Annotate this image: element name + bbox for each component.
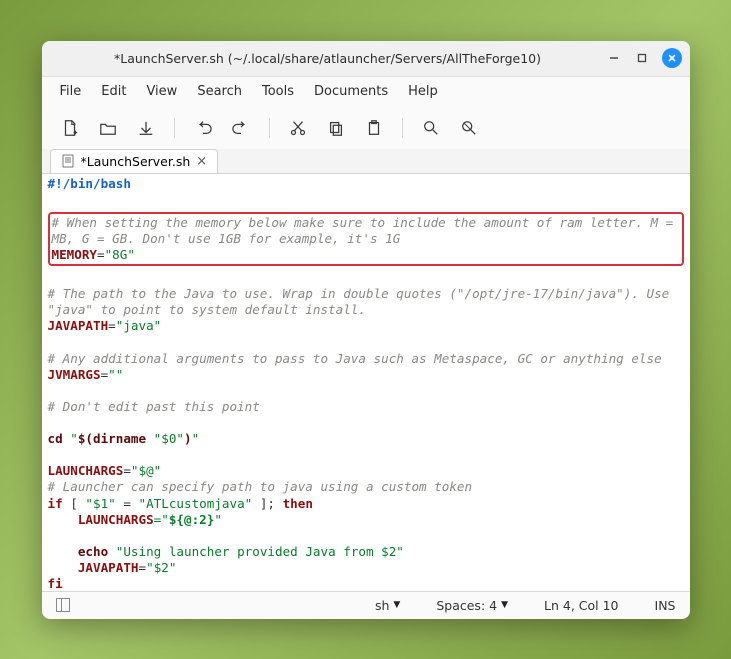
code-string: "java" [116,318,162,333]
titlebar: *LaunchServer.sh (~/.local/share/atlaunc… [42,41,690,77]
save-button[interactable] [136,118,156,138]
file-icon [61,154,75,168]
menu-tools[interactable]: Tools [262,84,294,99]
code-cmd: cd [48,431,63,446]
menu-file[interactable]: File [60,84,82,99]
menubar: File Edit View Search Tools Documents He… [42,77,690,107]
menu-search[interactable]: Search [197,84,242,99]
status-language[interactable]: sh▼ [375,598,400,613]
side-panel-icon[interactable] [56,598,70,612]
menu-documents[interactable]: Documents [314,84,388,99]
statusbar: sh▼ Spaces: 4▼ Ln 4, Col 10 INS [42,591,690,619]
editor-area[interactable]: #!/bin/bash # When setting the memory be… [42,174,690,591]
code-comment: # The path to the Java to use. Wrap in d… [48,286,677,301]
chevron-down-icon: ▼ [393,600,400,610]
code-op: = [97,247,105,262]
code-comment: # Don't edit past this point [48,399,260,414]
code-var: LAUNCHARGS [48,463,124,478]
code-comment: # Any additional arguments to pass to Ja… [48,351,662,366]
find-replace-button[interactable] [459,118,479,138]
redo-button[interactable] [231,118,251,138]
code-comment: # When setting the memory below make sur… [52,215,681,230]
editor-window: *LaunchServer.sh (~/.local/share/atlaunc… [42,41,690,619]
code-string: "" [108,367,123,382]
status-spaces[interactable]: Spaces: 4▼ [436,598,508,613]
code-comment: # Launcher can specify path to java usin… [48,479,473,494]
code-comment: MB, G = GB. Don't use 1GB for example, i… [52,231,401,246]
tab-close-icon[interactable]: × [196,154,207,169]
tabbar: *LaunchServer.sh × [42,149,690,174]
chevron-down-icon: ▼ [501,600,508,610]
menu-view[interactable]: View [146,84,177,99]
code-keyword: fi [48,576,63,590]
code-cmd: echo [78,544,108,559]
status-insert-mode[interactable]: INS [655,598,676,613]
separator [174,118,175,138]
new-file-button[interactable] [60,118,80,138]
close-button[interactable] [662,48,682,68]
tab-label: *LaunchServer.sh [81,154,191,169]
code-shebang: #!/bin/bash [48,176,131,191]
highlight-box: # When setting the memory below make sur… [48,212,684,266]
cut-button[interactable] [288,118,308,138]
window-controls [606,48,682,68]
code-var: JVMARGS [48,367,101,382]
open-button[interactable] [98,118,118,138]
toolbar [42,107,690,149]
code-var: MEMORY [52,247,98,262]
code-keyword: if [48,496,63,511]
window-title: *LaunchServer.sh (~/.local/share/atlaunc… [50,51,606,66]
code-comment: "java" to point to system default instal… [48,302,366,317]
find-button[interactable] [421,118,441,138]
status-cursor-pos: Ln 4, Col 10 [544,598,619,613]
paste-button[interactable] [364,118,384,138]
menu-help[interactable]: Help [408,84,438,99]
menu-edit[interactable]: Edit [101,84,126,99]
code-string: "8G" [105,247,135,262]
maximize-button[interactable] [634,50,650,66]
separator [269,118,270,138]
undo-button[interactable] [193,118,213,138]
separator [402,118,403,138]
code-var: JAVAPATH [48,318,109,333]
minimize-button[interactable] [606,50,622,66]
tab-launchserver[interactable]: *LaunchServer.sh × [50,149,219,173]
copy-button[interactable] [326,118,346,138]
